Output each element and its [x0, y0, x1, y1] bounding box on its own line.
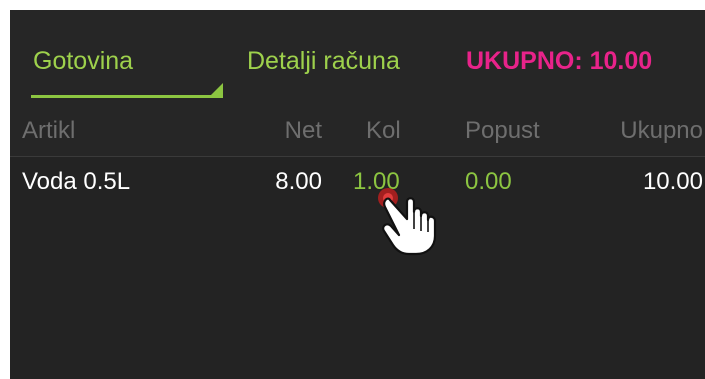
invoice-screen: Gotovina Detalji računa UKUPNO: 10.00 Ar…: [10, 10, 705, 379]
table-header: Artikl Net Kol Popust Ukupno: [10, 107, 705, 157]
tab-selected-indicator: [31, 95, 223, 98]
row-total: 10.00: [642, 168, 703, 195]
table-row[interactable]: Voda 0.5L 8.00 1.00 0.00 10.00: [10, 158, 705, 206]
row-item-name: Voda 0.5L: [22, 168, 131, 195]
dropdown-corner-icon: [209, 83, 223, 97]
column-header-quantity: Kol: [366, 117, 401, 144]
tab-invoice-details[interactable]: Detalji računa: [247, 47, 400, 76]
tab-cash-label: Gotovina: [33, 47, 134, 75]
hand-pointer-icon: [378, 188, 437, 256]
column-header-item: Artikl: [22, 117, 76, 144]
column-header-discount: Popust: [465, 117, 540, 144]
column-header-net: Net: [284, 117, 322, 144]
row-net-price: 8.00: [275, 168, 322, 195]
row-discount[interactable]: 0.00: [465, 168, 512, 196]
column-header-total: Ukupno: [620, 117, 703, 144]
tab-cash[interactable]: Gotovina: [31, 42, 223, 100]
top-tab-bar: Gotovina Detalji računa UKUPNO: 10.00: [10, 10, 705, 107]
invoice-total: UKUPNO: 10.00: [466, 47, 653, 75]
empty-list-area: [10, 206, 705, 379]
